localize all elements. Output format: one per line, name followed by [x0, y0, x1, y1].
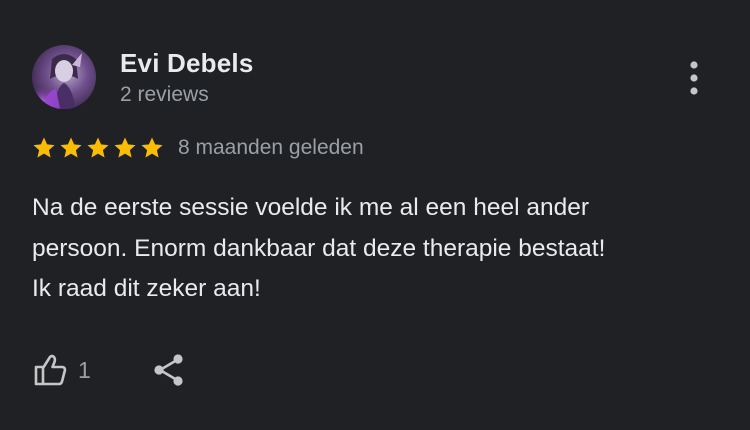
- star-icon: [33, 137, 55, 158]
- author-name[interactable]: Evi Debels: [120, 48, 254, 78]
- like-button[interactable]: 1: [32, 352, 91, 388]
- star-icon: [114, 137, 136, 158]
- star-icon: [141, 137, 163, 158]
- author-review-count[interactable]: 2 reviews: [120, 82, 209, 108]
- review-text-line: Ik raad dit zeker aan!: [32, 275, 261, 302]
- share-icon: [154, 354, 183, 386]
- review-text-line: persoon. Enorm dankbaar dat deze therapi…: [32, 234, 606, 262]
- star-icon: [87, 137, 109, 158]
- review-text: Na de eerste sessie voelde ik me al een …: [32, 188, 722, 310]
- author-avatar[interactable]: [32, 45, 96, 109]
- avatar-image: [32, 45, 96, 109]
- more-options-button[interactable]: [680, 58, 708, 98]
- review-date: 8 maanden geleden: [178, 136, 364, 159]
- thumbs-up-icon: [34, 354, 67, 386]
- star-rating: [32, 136, 167, 160]
- share-button[interactable]: [151, 352, 187, 388]
- review-text-line: Na de eerste sessie voelde ik me al een …: [32, 194, 590, 221]
- like-count: 1: [78, 357, 91, 383]
- review-actions: 1: [32, 350, 187, 390]
- rating-row: 8 maanden geleden: [32, 133, 364, 163]
- more-vertical-icon: [690, 61, 698, 95]
- star-icon: [60, 137, 82, 158]
- review-card: Evi Debels 2 reviews 8 maanden geleden N…: [0, 0, 750, 430]
